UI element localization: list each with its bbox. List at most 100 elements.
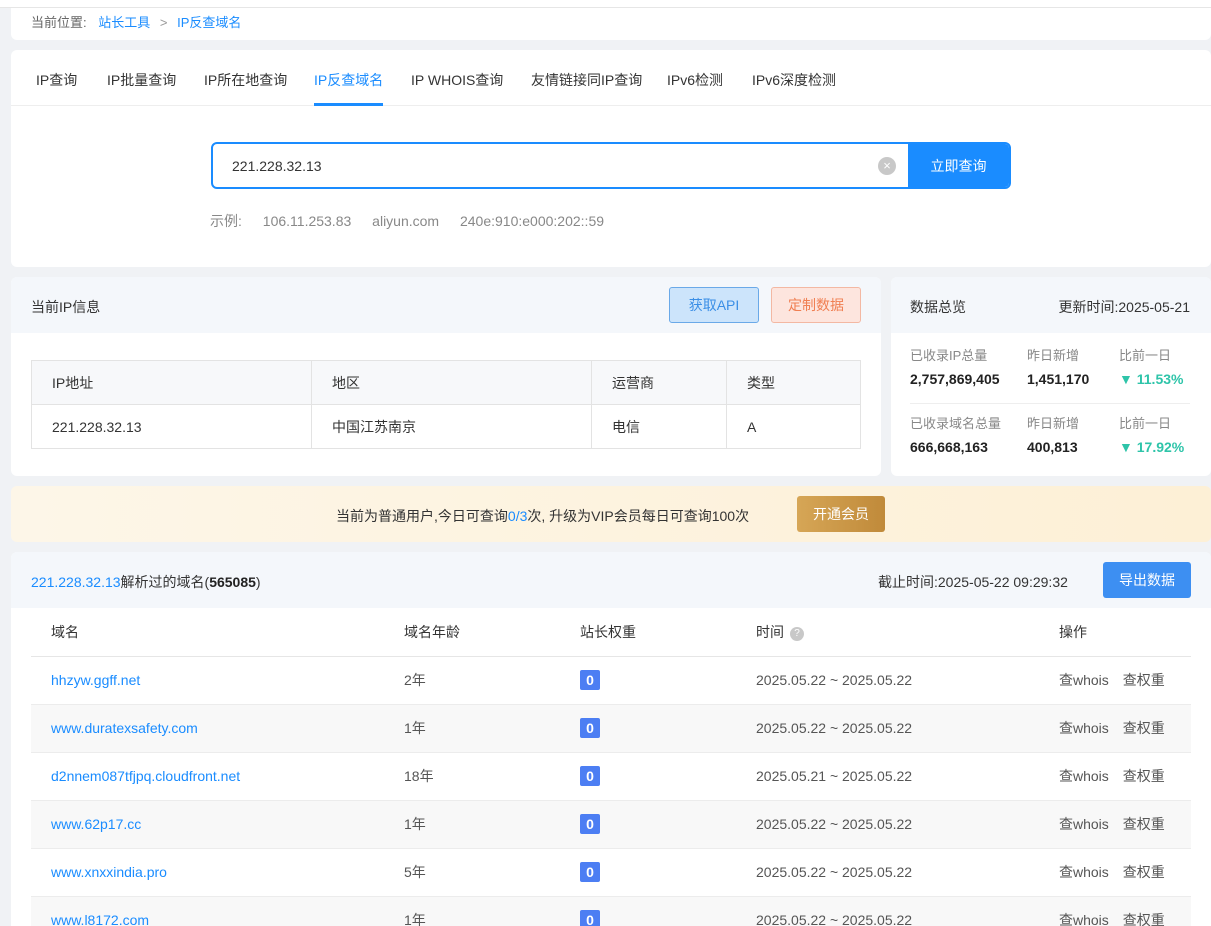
rank-badge[interactable]: 0 xyxy=(580,910,600,926)
weight-link[interactable]: 查权重 xyxy=(1123,816,1165,832)
domain-link[interactable]: hhzyw.ggff.net xyxy=(51,672,140,688)
cutoff-value: 2025-05-22 09:29:32 xyxy=(937,574,1068,590)
time-range: 2025.05.22 ~ 2025.05.22 xyxy=(756,656,1059,705)
table-row: hhzyw.ggff.net 2年 0 2025.05.22 ~ 2025.05.22… xyxy=(31,656,1191,705)
tab-ip-whois[interactable]: IP WHOIS查询 xyxy=(411,70,503,90)
top-bar xyxy=(0,0,1211,8)
cutoff-time: 截止时间:2025-05-22 09:29:32 xyxy=(878,572,1068,592)
rank-badge[interactable]: 0 xyxy=(580,814,600,834)
weight-link[interactable]: 查权重 xyxy=(1123,672,1165,688)
ip-cmp-percent: 11.53% xyxy=(1136,371,1184,387)
breadcrumb-current[interactable]: IP反查域名 xyxy=(177,15,241,30)
col-region: 地区 xyxy=(311,360,592,405)
rank-badge[interactable]: 0 xyxy=(580,670,600,690)
rank-badge[interactable]: 0 xyxy=(580,862,600,882)
export-data-button[interactable]: 导出数据 xyxy=(1103,562,1191,598)
whois-link[interactable]: 查whois xyxy=(1059,816,1109,832)
domain-new-label: 昨日新增 xyxy=(1027,416,1080,431)
domain-link[interactable]: www.l8172.com xyxy=(51,912,149,926)
vip-text-before: 当前为普通用户,今日可查询 xyxy=(336,508,508,524)
tab-ip-query[interactable]: IP查询 xyxy=(36,70,77,90)
breadcrumb-separator: > xyxy=(159,15,168,30)
ip-info-header: 当前IP信息 获取API 定制数据 xyxy=(11,277,881,333)
domain-new-value: 400,813 xyxy=(1027,439,1078,455)
domain-age: 18年 xyxy=(404,752,580,801)
rank-cell: 0 xyxy=(580,704,756,753)
table-row: www.xnxxindia.pro 5年 0 2025.05.22 ~ 2025.05… xyxy=(31,848,1191,897)
domain-total-label: 已收录域名总量 xyxy=(910,416,1002,431)
domain-table: 域名 域名年龄 站长权重 时间? 操作 hhzyw.ggff.net 2年 0 202… xyxy=(31,608,1191,926)
domain-cell: d2nnem087tfjpq.cloudfront.net xyxy=(31,752,404,801)
tab-ipv6-check[interactable]: IPv6检测 xyxy=(667,70,723,90)
ip-info-table: IP地址 地区 运营商 类型 221.228.32.13 中国江苏南京 电信 A xyxy=(31,360,861,449)
domain-cmp-value: ▼ 17.92% xyxy=(1119,439,1184,455)
open-vip-button[interactable]: 开通会员 xyxy=(797,496,885,532)
vip-message: 当前为普通用户,今日可查询0/3次, 升级为VIP会员每日可查询100次 xyxy=(336,506,749,526)
weight-link[interactable]: 查权重 xyxy=(1123,912,1165,926)
whois-link[interactable]: 查whois xyxy=(1059,672,1109,688)
whois-link[interactable]: 查whois xyxy=(1059,768,1109,784)
actions-cell: 查whois 查权重 xyxy=(1059,656,1191,705)
table-row: www.62p17.cc 1年 0 2025.05.22 ~ 2025.05.22 查w… xyxy=(31,800,1191,849)
rank-badge[interactable]: 0 xyxy=(580,718,600,738)
tab-ip-reverse-domain[interactable]: IP反查域名 xyxy=(314,70,384,106)
domain-cell: www.duratexsafety.com xyxy=(31,704,404,753)
actions-cell: 查whois 查权重 xyxy=(1059,704,1191,753)
time-range: 2025.05.22 ~ 2025.05.22 xyxy=(756,848,1059,897)
results-text: 解析过的域名( xyxy=(120,574,210,590)
domain-cell: www.62p17.cc xyxy=(31,800,404,849)
rank-cell: 0 xyxy=(580,752,756,801)
whois-link[interactable]: 查whois xyxy=(1059,912,1109,926)
rank-cell: 0 xyxy=(580,656,756,705)
table-row: www.duratexsafety.com 1年 0 2025.05.22 ~ 202… xyxy=(31,704,1191,753)
search-button[interactable]: 立即查询 xyxy=(908,144,1009,187)
vip-banner: 当前为普通用户,今日可查询0/3次, 升级为VIP会员每日可查询100次 开通会… xyxy=(11,486,1211,542)
ip-total-label: 已收录IP总量 xyxy=(910,348,988,363)
tab-ip-location[interactable]: IP所在地查询 xyxy=(204,70,287,90)
results-title: 221.228.32.13解析过的域名(565085) xyxy=(31,572,261,592)
example-ipv6[interactable]: 240e:910:e000:202::59 xyxy=(460,213,604,229)
col-domain: 域名 xyxy=(31,608,404,657)
breadcrumb-link[interactable]: 站长工具 xyxy=(98,15,150,30)
time-range: 2025.05.22 ~ 2025.05.22 xyxy=(756,704,1059,753)
domain-link[interactable]: www.xnxxindia.pro xyxy=(51,864,167,880)
help-icon[interactable]: ? xyxy=(790,626,804,641)
clear-icon[interactable]: × xyxy=(878,157,896,175)
domain-link[interactable]: d2nnem087tfjpq.cloudfront.net xyxy=(51,768,240,784)
table-row: d2nnem087tfjpq.cloudfront.net 18年 0 2025.05… xyxy=(31,752,1191,801)
results-count: 565085 xyxy=(209,574,256,590)
rank-badge[interactable]: 0 xyxy=(580,766,600,786)
whois-link[interactable]: 查whois xyxy=(1059,864,1109,880)
table-row: 221.228.32.13 中国江苏南京 电信 A xyxy=(31,404,861,449)
results-ip-link[interactable]: 221.228.32.13 xyxy=(31,574,121,590)
breadcrumb-prefix: 当前位置: xyxy=(31,15,87,30)
get-api-button[interactable]: 获取API xyxy=(669,287,759,323)
domain-cell: hhzyw.ggff.net xyxy=(31,656,404,705)
domain-age: 1年 xyxy=(404,800,580,849)
stats-card: 数据总览 更新时间:2025-05-21 已收录IP总量 昨日新增 比前一日 2… xyxy=(891,277,1211,476)
stats-header: 数据总览 更新时间:2025-05-21 xyxy=(891,277,1211,333)
ip-total-value: 2,757,869,405 xyxy=(910,371,1000,387)
trend-down-icon: ▼ xyxy=(1119,371,1133,387)
domain-link[interactable]: www.duratexsafety.com xyxy=(51,720,198,736)
domain-age: 1年 xyxy=(404,704,580,753)
time-range: 2025.05.22 ~ 2025.05.22 xyxy=(756,800,1059,849)
weight-link[interactable]: 查权重 xyxy=(1123,720,1165,736)
stats-updated: 更新时间:2025-05-21 xyxy=(1058,297,1190,317)
search-input[interactable] xyxy=(213,144,903,187)
weight-link[interactable]: 查权重 xyxy=(1123,768,1165,784)
tab-ip-batch[interactable]: IP批量查询 xyxy=(107,70,176,90)
vip-text-after: 次, 升级为VIP会员每日可查询100次 xyxy=(527,508,750,524)
custom-data-button[interactable]: 定制数据 xyxy=(771,287,861,323)
example-ip[interactable]: 106.11.253.83 xyxy=(263,213,352,229)
example-domain[interactable]: aliyun.com xyxy=(372,213,439,229)
whois-link[interactable]: 查whois xyxy=(1059,720,1109,736)
domain-link[interactable]: www.62p17.cc xyxy=(51,816,141,832)
weight-link[interactable]: 查权重 xyxy=(1123,864,1165,880)
time-range: 2025.05.22 ~ 2025.05.22 xyxy=(756,896,1059,926)
col-type: 类型 xyxy=(726,360,861,405)
table-row: www.l8172.com 1年 0 2025.05.22 ~ 2025.05.22 查… xyxy=(31,896,1191,926)
tab-ipv6-deep-check[interactable]: IPv6深度检测 xyxy=(752,70,836,90)
tab-friend-link-same-ip[interactable]: 友情链接同IP查询 xyxy=(531,70,642,90)
domain-age: 5年 xyxy=(404,848,580,897)
